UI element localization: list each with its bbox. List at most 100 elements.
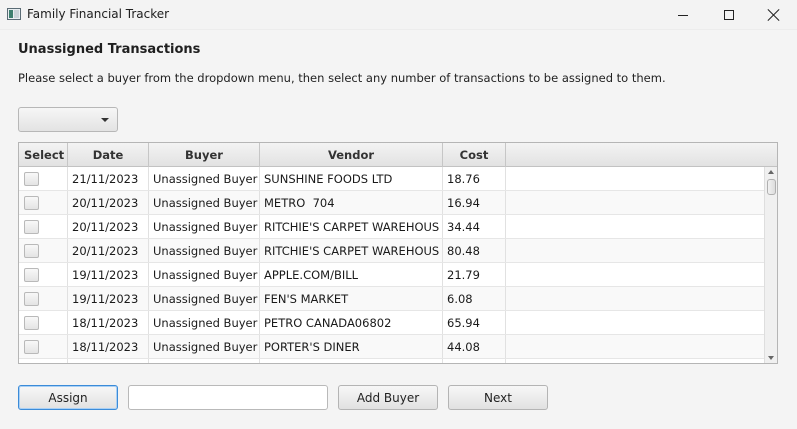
scroll-down-icon[interactable] bbox=[768, 356, 774, 360]
filler-cell bbox=[506, 215, 764, 238]
table-row[interactable]: 20/11/2023 Unassigned Buyer METRO 704 16… bbox=[19, 191, 764, 215]
filler-cell bbox=[506, 167, 764, 190]
date-cell: 20/11/2023 bbox=[68, 191, 149, 214]
date-cell: 21/11/2023 bbox=[68, 167, 149, 190]
select-checkbox[interactable] bbox=[24, 195, 39, 210]
page-title: Unassigned Transactions bbox=[18, 42, 201, 57]
vendor-cell: PORTER'S DINER bbox=[260, 335, 443, 358]
buyer-cell: Unassigned Buyer bbox=[149, 335, 260, 358]
select-checkbox[interactable] bbox=[24, 339, 39, 354]
select-cell bbox=[19, 215, 68, 238]
buyer-dropdown[interactable] bbox=[18, 107, 118, 132]
cost-cell: 44.08 bbox=[443, 335, 506, 358]
select-cell bbox=[19, 311, 68, 334]
cost-cell: 65.94 bbox=[443, 311, 506, 334]
window-title: Family Financial Tracker bbox=[27, 7, 170, 21]
select-cell bbox=[19, 287, 68, 310]
filler-cell bbox=[506, 311, 764, 334]
cost-cell: 34.44 bbox=[443, 215, 506, 238]
buyer-cell: Unassigned Buyer bbox=[149, 287, 260, 310]
date-cell bbox=[68, 359, 149, 363]
filler-cell bbox=[506, 191, 764, 214]
table-row-partial[interactable] bbox=[19, 359, 764, 363]
select-checkbox[interactable] bbox=[24, 267, 39, 282]
table-row[interactable]: 18/11/2023 Unassigned Buyer PETRO CANADA… bbox=[19, 311, 764, 335]
select-checkbox[interactable] bbox=[24, 291, 39, 306]
filler-cell bbox=[506, 359, 764, 363]
filler-cell bbox=[506, 335, 764, 358]
date-cell: 20/11/2023 bbox=[68, 215, 149, 238]
minimize-button[interactable] bbox=[660, 0, 706, 30]
next-button[interactable]: Next bbox=[448, 385, 548, 410]
close-button[interactable] bbox=[751, 0, 797, 30]
table-row[interactable]: 20/11/2023 Unassigned Buyer RITCHIE'S CA… bbox=[19, 239, 764, 263]
cost-cell: 80.48 bbox=[443, 239, 506, 262]
title-bar: Family Financial Tracker bbox=[0, 0, 797, 30]
column-header-vendor[interactable]: Vendor bbox=[260, 143, 443, 167]
chevron-down-icon bbox=[101, 118, 109, 122]
cost-cell: 16.94 bbox=[443, 191, 506, 214]
select-cell bbox=[19, 263, 68, 286]
filler-cell bbox=[506, 287, 764, 310]
buyer-cell: Unassigned Buyer bbox=[149, 263, 260, 286]
column-header-date[interactable]: Date bbox=[68, 143, 149, 167]
cost-cell: 18.76 bbox=[443, 167, 506, 190]
vendor-cell bbox=[260, 359, 443, 363]
buyer-cell: Unassigned Buyer bbox=[149, 215, 260, 238]
vertical-scrollbar[interactable] bbox=[764, 167, 777, 363]
select-checkbox[interactable] bbox=[24, 315, 39, 330]
buyer-cell: Unassigned Buyer bbox=[149, 311, 260, 334]
transactions-table: Select Date Buyer Vendor Cost 21/11/2023… bbox=[18, 142, 778, 364]
column-header-filler bbox=[506, 143, 777, 167]
table-row[interactable]: 21/11/2023 Unassigned Buyer SUNSHINE FOO… bbox=[19, 167, 764, 191]
vendor-cell: PETRO CANADA06802 bbox=[260, 311, 443, 334]
buyer-cell: Unassigned Buyer bbox=[149, 191, 260, 214]
select-cell bbox=[19, 239, 68, 262]
table-body: 21/11/2023 Unassigned Buyer SUNSHINE FOO… bbox=[19, 167, 764, 363]
maximize-button[interactable] bbox=[706, 0, 752, 30]
add-buyer-button[interactable]: Add Buyer bbox=[338, 385, 438, 410]
filler-cell bbox=[506, 239, 764, 262]
column-header-buyer[interactable]: Buyer bbox=[149, 143, 260, 167]
date-cell: 20/11/2023 bbox=[68, 239, 149, 262]
vendor-cell: FEN'S MARKET bbox=[260, 287, 443, 310]
assign-button[interactable]: Assign bbox=[18, 385, 118, 410]
select-checkbox[interactable] bbox=[24, 171, 39, 186]
buyer-cell: Unassigned Buyer bbox=[149, 239, 260, 262]
cost-cell: 21.79 bbox=[443, 263, 506, 286]
cost-cell: 6.08 bbox=[443, 287, 506, 310]
vendor-cell: METRO 704 bbox=[260, 191, 443, 214]
app-icon bbox=[7, 8, 21, 20]
select-cell bbox=[19, 167, 68, 190]
filler-cell bbox=[506, 263, 764, 286]
buyer-cell bbox=[149, 359, 260, 363]
new-buyer-input[interactable] bbox=[128, 385, 328, 410]
select-checkbox[interactable] bbox=[24, 219, 39, 234]
table-row[interactable]: 18/11/2023 Unassigned Buyer PORTER'S DIN… bbox=[19, 335, 764, 359]
scrollbar-thumb[interactable] bbox=[767, 179, 776, 195]
date-cell: 18/11/2023 bbox=[68, 311, 149, 334]
instructions-text: Please select a buyer from the dropdown … bbox=[18, 71, 666, 85]
select-cell bbox=[19, 359, 68, 363]
date-cell: 19/11/2023 bbox=[68, 287, 149, 310]
date-cell: 19/11/2023 bbox=[68, 263, 149, 286]
table-row[interactable]: 20/11/2023 Unassigned Buyer RITCHIE'S CA… bbox=[19, 215, 764, 239]
close-icon bbox=[768, 9, 780, 21]
cost-cell bbox=[443, 359, 506, 363]
date-cell: 18/11/2023 bbox=[68, 335, 149, 358]
buyer-cell: Unassigned Buyer bbox=[149, 167, 260, 190]
column-header-cost[interactable]: Cost bbox=[443, 143, 506, 167]
maximize-icon bbox=[724, 10, 734, 20]
table-row[interactable]: 19/11/2023 Unassigned Buyer APPLE.COM/BI… bbox=[19, 263, 764, 287]
select-checkbox[interactable] bbox=[24, 243, 39, 258]
vendor-cell: APPLE.COM/BILL bbox=[260, 263, 443, 286]
table-header: Select Date Buyer Vendor Cost bbox=[19, 143, 777, 167]
vendor-cell: RITCHIE'S CARPET WAREHOUS bbox=[260, 239, 443, 262]
vendor-cell: RITCHIE'S CARPET WAREHOUS bbox=[260, 215, 443, 238]
select-cell bbox=[19, 191, 68, 214]
select-cell bbox=[19, 335, 68, 358]
scroll-up-icon[interactable] bbox=[768, 170, 774, 174]
column-header-select[interactable]: Select bbox=[19, 143, 68, 167]
vendor-cell: SUNSHINE FOODS LTD bbox=[260, 167, 443, 190]
table-row[interactable]: 19/11/2023 Unassigned Buyer FEN'S MARKET… bbox=[19, 287, 764, 311]
